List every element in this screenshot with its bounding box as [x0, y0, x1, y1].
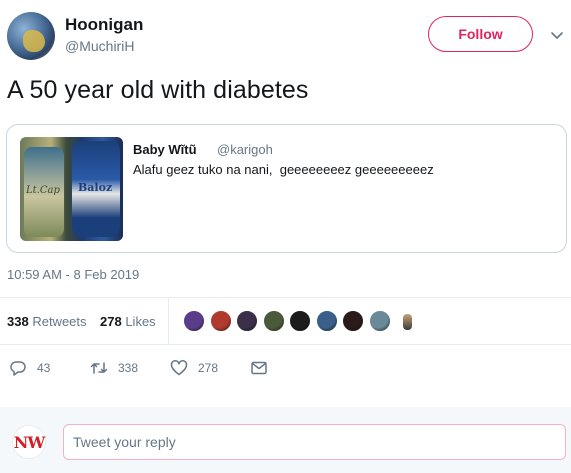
- tweet-timestamp[interactable]: 10:59 AM - 8 Feb 2019: [7, 267, 139, 282]
- display-name[interactable]: Hoonigan: [65, 15, 143, 35]
- like-action[interactable]: 278: [170, 358, 218, 378]
- retweets-label: Retweets: [32, 314, 87, 329]
- liker-avatar[interactable]: [288, 309, 312, 333]
- quoted-handle: @karigoh: [217, 142, 273, 157]
- liker-avatar[interactable]: [235, 309, 259, 333]
- likes-stat[interactable]: 278 Likes: [100, 314, 156, 329]
- liker-avatar[interactable]: [261, 309, 286, 333]
- tweet-text: A 50 year old with diabetes: [7, 76, 309, 104]
- direct-message-action[interactable]: [250, 358, 278, 378]
- stats-separator: [168, 298, 169, 344]
- liker-avatar[interactable]: [341, 309, 365, 333]
- tweet-actions: 43 338 278: [0, 350, 571, 386]
- reply-input[interactable]: Tweet your reply: [63, 424, 566, 460]
- follow-button[interactable]: Follow: [428, 16, 533, 52]
- tweet-header: Hoonigan @MuchiriH Follow: [0, 0, 571, 70]
- liker-avatar[interactable]: [394, 309, 418, 333]
- divider: [0, 344, 571, 345]
- bottle-label-left: Lt.Cap: [26, 185, 60, 196]
- reply-count: 43: [37, 361, 51, 375]
- liker-avatar[interactable]: [182, 309, 206, 333]
- reply-action[interactable]: 43: [9, 358, 50, 378]
- liker-avatar[interactable]: [314, 309, 339, 333]
- retweet-icon: [90, 362, 108, 374]
- likes-label: Likes: [125, 314, 156, 329]
- quoted-tweet-card[interactable]: Lt.Cap Baloz Baby Wĩtũ @karigoh Alafu ge…: [6, 124, 567, 253]
- retweets-count: 338: [7, 314, 29, 329]
- avatar-logo-text: NW: [13, 432, 46, 452]
- envelope-icon: [251, 361, 267, 375]
- current-user-avatar[interactable]: NW: [12, 425, 46, 459]
- retweet-action[interactable]: 338: [90, 358, 138, 378]
- liker-avatar[interactable]: [367, 309, 392, 333]
- reply-icon: [10, 361, 26, 376]
- bottle-label-right: Baloz: [78, 181, 113, 194]
- likes-count: 278: [100, 314, 122, 329]
- retweets-stat[interactable]: 338 Retweets: [7, 314, 87, 329]
- quoted-tweet-text: Alafu geez tuko na nani, geeeeeeeez geee…: [133, 162, 434, 177]
- chevron-down-icon[interactable]: [550, 28, 564, 42]
- quoted-display-name: Baby Wĩtũ: [133, 142, 197, 157]
- quoted-tweet-image[interactable]: Lt.Cap Baloz: [20, 137, 123, 241]
- retweet-count: 338: [118, 361, 139, 375]
- heart-icon: [170, 360, 188, 376]
- like-count: 278: [198, 361, 219, 375]
- reply-composer: NW Tweet your reply: [0, 407, 571, 473]
- user-handle[interactable]: @MuchiriH: [65, 38, 134, 54]
- tweet-stats: 338 Retweets 278 Likes: [0, 298, 571, 344]
- avatar[interactable]: [7, 12, 55, 60]
- liker-avatar[interactable]: [208, 309, 233, 333]
